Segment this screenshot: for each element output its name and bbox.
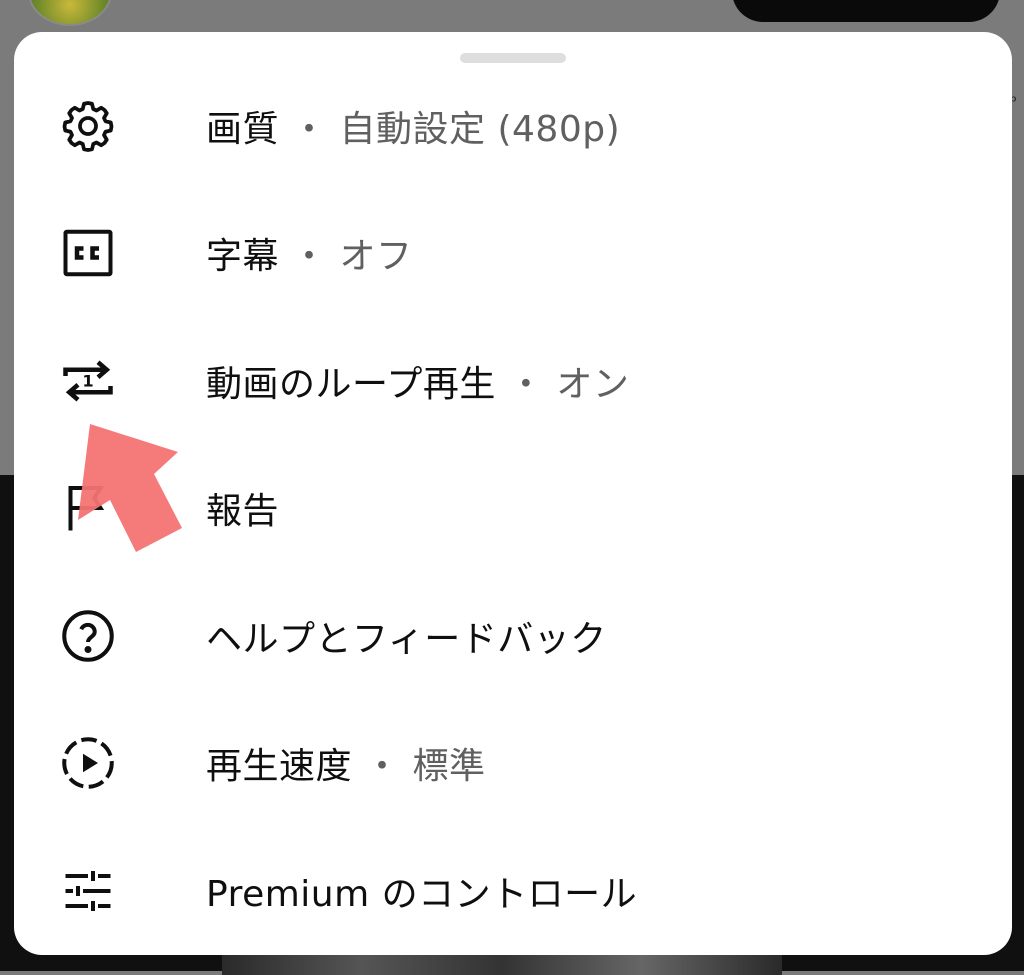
menu-item-label: 画質・自動設定 (480p) xyxy=(206,108,621,150)
menu-item-value: オン xyxy=(556,363,630,405)
menu-item-quality[interactable]: 画質・自動設定 (480p) xyxy=(14,62,1012,190)
playback-speed-icon xyxy=(58,733,118,793)
menu-item-captions[interactable]: 字幕・オフ xyxy=(14,190,1012,318)
menu-item-playback-speed[interactable]: 再生速度・標準 xyxy=(14,700,1012,828)
menu-item-value: 自動設定 (480p) xyxy=(339,108,621,150)
menu-item-loop[interactable]: 1 動画のループ再生・オン xyxy=(14,317,1012,445)
flag-icon xyxy=(58,478,118,538)
menu-item-premium-controls[interactable]: Premium のコントロール xyxy=(14,827,1012,955)
menu-item-help[interactable]: ヘルプとフィードバック xyxy=(14,572,1012,700)
background-thumbnail xyxy=(222,955,782,975)
more-options-sheet: 画質・自動設定 (480p) 字幕・オフ 1 動画のループ再生 ・ オン 報告 … xyxy=(14,32,1012,955)
options-menu: 画質・自動設定 (480p) 字幕・オフ 1 動画のループ再生 ・ オン 報告 … xyxy=(14,62,1012,955)
menu-item-label: 再生速度・標準 xyxy=(206,746,486,788)
menu-item-label: ヘルプとフィードバック xyxy=(206,618,607,660)
menu-item-label: 動画のループ再生・オン xyxy=(206,363,630,405)
menu-item-value: 標準 xyxy=(412,746,486,788)
menu-item-report[interactable]: 報告 xyxy=(14,445,1012,573)
top-pill-button xyxy=(732,0,1000,22)
menu-item-label: 字幕・オフ xyxy=(206,236,413,278)
repeat-one-icon: 1 xyxy=(58,351,118,411)
menu-item-value: オフ xyxy=(339,236,413,278)
menu-item-label: 報告 xyxy=(206,491,280,533)
closed-captions-icon xyxy=(58,223,118,283)
gear-icon xyxy=(58,96,118,156)
sliders-icon xyxy=(58,861,118,921)
repeat-badge: 1 xyxy=(82,371,93,390)
menu-item-label: Premium のコントロール xyxy=(206,873,638,915)
help-circle-icon xyxy=(58,606,118,666)
